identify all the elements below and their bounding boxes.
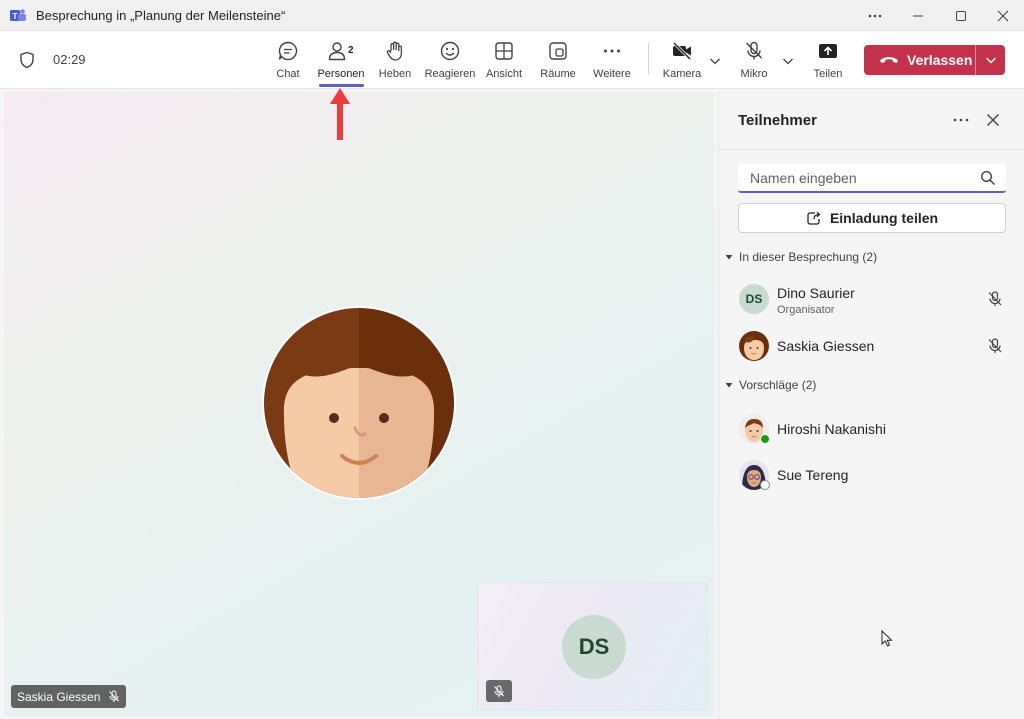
share-icon	[819, 44, 837, 58]
share-label: Teilen	[813, 68, 843, 80]
teams-logo-icon: T	[10, 9, 26, 21]
close-icon	[997, 10, 1009, 21]
suggestion-item[interactable]: Sue Tereng	[739, 458, 1019, 492]
chat-button[interactable]: Chat	[260, 38, 316, 86]
participant-name: Saskia Giessen	[777, 338, 875, 354]
suggestions-section-toggle[interactable]: Vorschläge (2)	[725, 378, 816, 392]
shield-icon[interactable]	[18, 51, 36, 69]
leave-label: Verlassen	[907, 52, 973, 68]
avatar: DS	[739, 284, 769, 314]
chat-icon	[278, 41, 298, 61]
grid-view-icon	[495, 42, 513, 60]
leave-options-button[interactable]	[976, 45, 1005, 75]
mic-options-chevron-down-icon[interactable]	[781, 54, 795, 68]
people-button[interactable]: Personen	[313, 38, 369, 86]
chevron-down-icon	[985, 57, 996, 64]
offline-status-icon	[760, 480, 770, 490]
mic-off-icon	[109, 690, 120, 702]
rooms-button[interactable]: Räume	[530, 38, 586, 86]
mic-off-icon	[746, 41, 762, 60]
participant-search	[738, 164, 1006, 193]
share-invite-icon	[807, 211, 821, 225]
people-count-badge: 2	[348, 45, 354, 56]
people-label: Personen	[317, 68, 365, 80]
window-more-button[interactable]	[853, 0, 897, 31]
leave-button[interactable]: Verlassen	[864, 45, 975, 75]
panel-title: Teilnehmer	[738, 112, 817, 129]
chat-label: Chat	[276, 68, 300, 80]
participant-name: Dino Saurier	[777, 285, 855, 301]
mic-label: Mikro	[740, 68, 768, 80]
toolbar-divider	[648, 43, 649, 75]
panel-more-icon[interactable]	[951, 110, 971, 130]
camera-button[interactable]: Kamera	[654, 38, 710, 86]
panel-divider	[719, 149, 1024, 150]
people-icon	[328, 42, 346, 61]
smiley-icon	[440, 41, 460, 61]
speaker-avatar	[262, 306, 456, 500]
speaker-name: Saskia Giessen	[17, 689, 101, 704]
participants-panel: Teilnehmer Einladung teilen In dieser Be…	[718, 92, 1024, 719]
maximize-button[interactable]	[939, 0, 983, 31]
mic-off-icon	[988, 291, 1002, 306]
red-arrow-annotation-icon	[330, 88, 350, 140]
participant-item[interactable]: DS Dino Saurier Organisator	[739, 282, 1019, 316]
panel-close-icon[interactable]	[983, 110, 1003, 130]
leave-button-group: Verlassen	[864, 45, 1005, 75]
mic-button[interactable]: Mikro	[726, 38, 782, 86]
search-icon[interactable]	[980, 170, 996, 186]
more-options-button[interactable]: Weitere	[584, 38, 640, 86]
available-status-icon	[760, 434, 770, 444]
suggestion-item[interactable]: Hiroshi Nakanishi	[739, 412, 1019, 446]
mouse-cursor-icon	[881, 630, 893, 647]
title-bar: T Besprechung in „Planung der Meilenstei…	[0, 0, 1024, 31]
participant-item[interactable]: Saskia Giessen	[739, 329, 1019, 363]
caret-down-icon	[725, 383, 733, 388]
window-title: Besprechung in „Planung der Meilensteine…	[36, 8, 286, 23]
mic-off-icon	[988, 338, 1002, 353]
svg-text:T: T	[13, 12, 18, 21]
in-meeting-section-toggle[interactable]: In dieser Besprechung (2)	[725, 250, 877, 264]
raise-hand-icon	[386, 41, 403, 61]
minimize-button[interactable]	[896, 0, 940, 31]
more-icon	[604, 49, 620, 53]
caret-down-icon	[725, 255, 733, 260]
maximize-icon	[956, 10, 966, 21]
camera-off-icon	[672, 41, 692, 61]
avatar	[739, 331, 769, 361]
self-avatar: DS	[562, 615, 626, 679]
suggestion-name: Hiroshi Nakanishi	[777, 421, 886, 437]
share-button[interactable]: Teilen	[800, 38, 856, 86]
participant-role: Organisator	[777, 304, 835, 316]
speaker-name-tag: Saskia Giessen	[11, 685, 127, 708]
self-video-tile[interactable]: DS	[477, 582, 708, 710]
participant-search-input[interactable]	[738, 164, 968, 191]
camera-options-chevron-down-icon[interactable]	[708, 54, 722, 68]
raise-hand-button[interactable]: Heben	[367, 38, 423, 86]
suggestion-name: Sue Tereng	[777, 467, 849, 483]
share-invite-button[interactable]: Einladung teilen	[738, 203, 1006, 233]
view-button[interactable]: Ansicht	[476, 38, 532, 86]
more-icon	[868, 14, 882, 17]
react-button[interactable]: Reagieren	[422, 38, 478, 86]
rooms-label: Räume	[540, 68, 576, 80]
rooms-icon	[549, 42, 567, 60]
more-options-label: Weitere	[593, 68, 631, 80]
view-label: Ansicht	[485, 68, 523, 80]
in-meeting-header: In dieser Besprechung (2)	[739, 250, 878, 264]
camera-label: Kamera	[662, 68, 702, 80]
video-stage: Saskia Giessen DS	[4, 92, 714, 716]
minimize-icon	[913, 15, 923, 16]
react-label: Reagieren	[424, 68, 476, 80]
meeting-timer: 02:29	[53, 52, 86, 67]
hang-up-icon	[880, 57, 898, 63]
suggestions-header: Vorschläge (2)	[739, 378, 817, 392]
raise-hand-label: Heben	[378, 68, 412, 80]
share-invite-label: Einladung teilen	[829, 210, 939, 226]
close-window-button[interactable]	[981, 0, 1024, 31]
mic-off-icon	[494, 685, 504, 697]
self-mute-indicator	[486, 680, 512, 702]
